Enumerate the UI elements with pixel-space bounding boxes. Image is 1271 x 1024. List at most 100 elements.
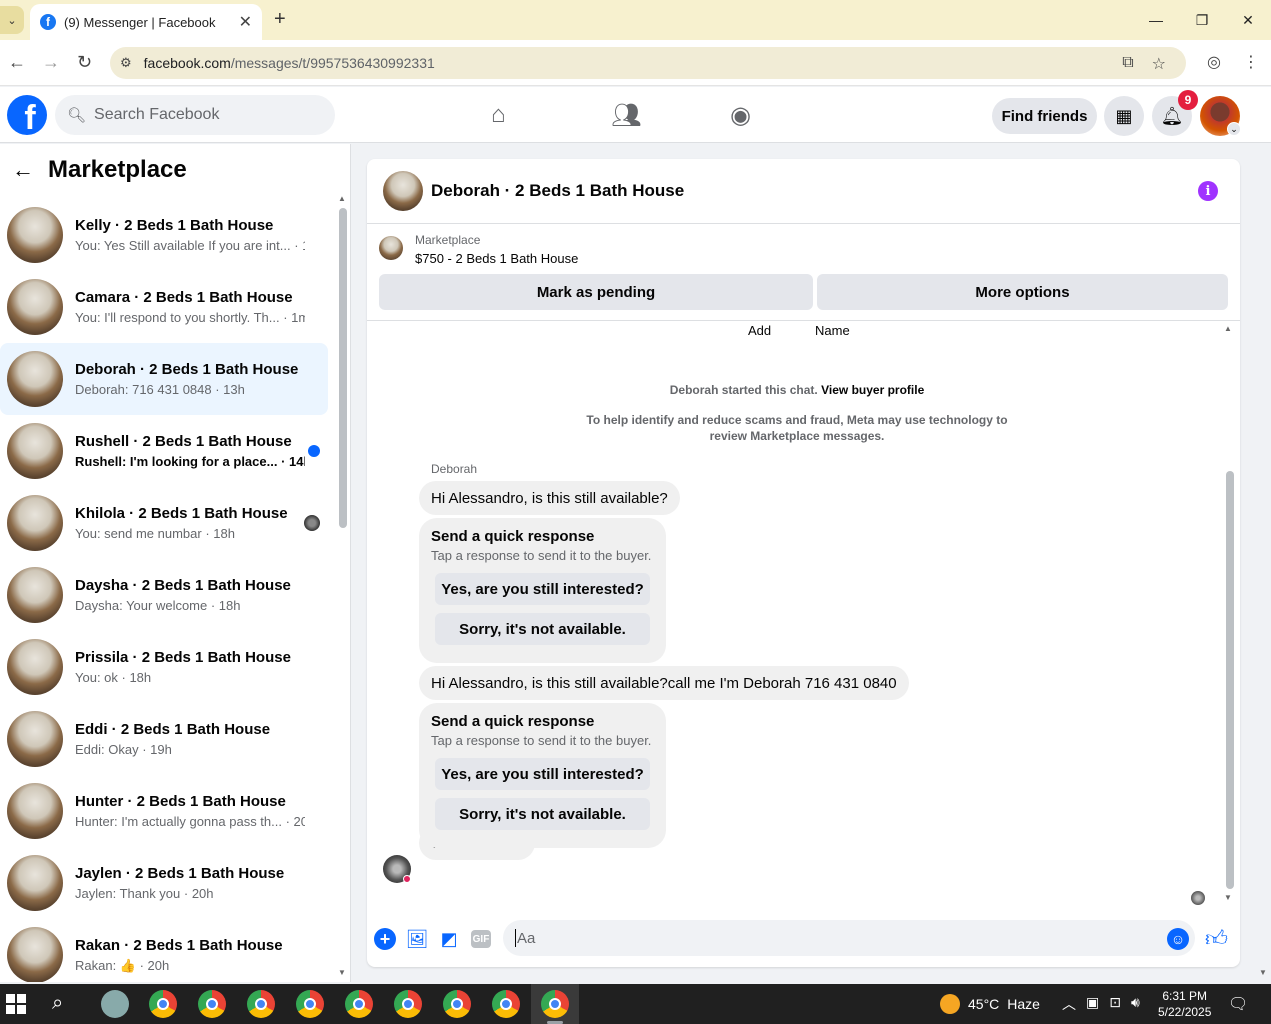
bookmark-star-icon[interactable]: ☆ xyxy=(1152,54,1166,74)
chrome-profile-icon[interactable] xyxy=(394,990,422,1018)
menu-kebab-icon[interactable]: ⋮ xyxy=(1243,52,1259,72)
conversation-list: Kelly · 2 Beds 1 Bath House You: Yes Stil… xyxy=(0,199,340,982)
system-tray: ︿ ▣ ⊡ 🔊︎ xyxy=(1062,994,1140,1014)
profile-icon[interactable]: ◎ xyxy=(1207,52,1221,72)
chrome-profile-icon[interactable] xyxy=(296,990,324,1018)
conversation-item[interactable]: Hunter · 2 Beds 1 Bath House Hunter: I'm … xyxy=(0,775,328,847)
photo-icon[interactable]: 🖼︎ xyxy=(406,928,429,950)
scroll-up-arrow-icon[interactable]: ▲ xyxy=(338,194,346,203)
weather-widget[interactable]: 45°C Haze xyxy=(940,994,1040,1014)
conversation-item[interactable]: Rakan · 2 Beds 1 Bath House Rakan: 👍 · 20… xyxy=(0,919,328,982)
facebook-logo-icon[interactable]: f xyxy=(7,95,47,135)
system-clock[interactable]: 6:31 PM 5/22/2025 xyxy=(1158,988,1211,1020)
taskbar-app-icon[interactable] xyxy=(101,990,129,1018)
chrome-profile-icon[interactable] xyxy=(541,990,569,1018)
message-input[interactable]: Aa xyxy=(503,920,1195,956)
message-bubble[interactable]: Hi Alessandro, is this still available? xyxy=(419,481,680,515)
conversation-item[interactable]: Daysha · 2 Beds 1 Bath House Daysha: Your… xyxy=(0,559,328,631)
meet-icon[interactable]: ▣ xyxy=(1086,994,1099,1014)
quick-response-no-button[interactable]: Sorry, it's not available. xyxy=(435,798,650,830)
conversation-item[interactable]: Jaylen · 2 Beds 1 Bath House Jaylen: Than… xyxy=(0,847,328,919)
conversation-snippet: Eddi: Okay · 19h xyxy=(75,742,172,757)
conversation-item[interactable]: Khilola · 2 Beds 1 Bath House You: send m… xyxy=(0,487,328,559)
find-friends-button[interactable]: Find friends xyxy=(992,98,1097,134)
site-info-icon[interactable]: ⚙ xyxy=(120,55,132,71)
chat-title[interactable]: Deborah · 2 Beds 1 Bath House xyxy=(431,181,684,201)
chat-scrollbar[interactable] xyxy=(1226,471,1234,889)
menu-grid-icon[interactable]: ▦ xyxy=(1104,96,1144,136)
friends-icon[interactable]: 👥︎ xyxy=(611,101,641,130)
view-buyer-profile-link[interactable]: View buyer profile xyxy=(821,383,924,397)
message-thread: Add Name Deborah started this chat. View… xyxy=(367,321,1227,911)
quick-response-subtitle: Tap a response to send it to the buyer. xyxy=(431,548,652,563)
conversation-snippet: Rakan: 👍 · 20h xyxy=(75,957,170,973)
conversation-item[interactable]: Kelly · 2 Beds 1 Bath House You: Yes Stil… xyxy=(0,199,328,271)
volume-icon[interactable]: 🔊︎ xyxy=(1131,994,1140,1014)
quick-response-no-button[interactable]: Sorry, it's not available. xyxy=(435,613,650,645)
chrome-profile-icon[interactable] xyxy=(492,990,520,1018)
home-icon[interactable]: ⌂ xyxy=(491,101,506,129)
chrome-profile-icon[interactable] xyxy=(443,990,471,1018)
groups-icon[interactable]: ◉ xyxy=(730,101,751,130)
conversation-name: Rushell · 2 Beds 1 Bath House xyxy=(75,433,292,450)
scroll-up-arrow-icon[interactable]: ▲ xyxy=(1224,324,1232,333)
quick-response-title: Send a quick response xyxy=(431,713,595,730)
scroll-down-arrow-icon[interactable]: ▼ xyxy=(1224,893,1232,902)
conversation-item-active[interactable]: Deborah · 2 Beds 1 Bath House Deborah: 71… xyxy=(0,343,328,415)
chrome-profile-icon[interactable] xyxy=(247,990,275,1018)
chevron-up-icon[interactable]: ︿ xyxy=(1062,994,1076,1014)
conversation-name: Khilola · 2 Beds 1 Bath House xyxy=(75,505,288,522)
sticker-icon[interactable]: ◩ xyxy=(438,928,460,950)
conversation-item[interactable]: Camara · 2 Beds 1 Bath House You: I'll re… xyxy=(0,271,328,343)
window-close-icon[interactable]: ✕ xyxy=(1225,0,1271,40)
conversation-name: Rakan · 2 Beds 1 Bath House xyxy=(75,936,283,954)
chrome-profile-icon[interactable] xyxy=(345,990,373,1018)
windows-start-icon[interactable] xyxy=(6,994,26,1014)
scroll-down-arrow-icon[interactable]: ▼ xyxy=(338,968,346,977)
search-input[interactable]: 🔍︎ Search Facebook xyxy=(55,95,335,135)
chevron-down-icon[interactable]: ⌄ xyxy=(1227,122,1241,136)
chrome-profile-icon[interactable] xyxy=(198,990,226,1018)
browser-tab[interactable]: f (9) Messenger | Facebook ✕ xyxy=(30,4,262,40)
add-label[interactable]: Add xyxy=(748,323,771,338)
chrome-icon[interactable] xyxy=(149,990,177,1018)
url-bar[interactable]: ⚙ facebook.com/messages/t/99575364309923… xyxy=(110,47,1186,79)
forward-icon[interactable]: → xyxy=(42,52,60,73)
reload-icon[interactable]: ↻ xyxy=(77,52,92,73)
sidebar-scrollbar[interactable] xyxy=(339,208,347,528)
notification-center-icon[interactable]: 🗨︎ xyxy=(1228,994,1248,1014)
back-icon[interactable]: ← xyxy=(8,52,26,73)
conversation-item[interactable]: Prissila · 2 Beds 1 Bath House You: ok · … xyxy=(0,631,328,703)
restore-icon[interactable]: ❐ xyxy=(1179,0,1225,40)
clock-date: 5/22/2025 xyxy=(1158,1005,1212,1019)
name-label[interactable]: Name xyxy=(815,323,850,338)
page-scroll-down-icon[interactable]: ▼ xyxy=(1259,968,1267,977)
browser-tab-strip: ⌄ f (9) Messenger | Facebook ✕ + — ❐ ✕ xyxy=(0,0,1271,40)
emoji-icon[interactable]: ☺ xyxy=(1167,928,1189,950)
more-options-button[interactable]: More options xyxy=(817,274,1228,310)
listing-summary[interactable]: Marketplace $750 - 2 Beds 1 Bath House xyxy=(379,233,578,266)
minimize-icon[interactable]: — xyxy=(1133,0,1179,40)
conversation-item[interactable]: Rushell · 2 Beds 1 Bath House Rushell: I'… xyxy=(0,415,328,487)
chat-listing-thumbnail[interactable] xyxy=(383,171,423,211)
network-icon[interactable]: ⊡ xyxy=(1109,994,1121,1014)
url-path: /messages/t/9957536430992331 xyxy=(230,55,435,71)
back-arrow-icon[interactable]: ← xyxy=(12,157,34,183)
sidebar-title: Marketplace xyxy=(48,156,187,183)
mark-as-pending-button[interactable]: Mark as pending xyxy=(379,274,813,310)
tab-list-icon[interactable]: ⌄ xyxy=(0,6,24,34)
quick-response-card: Send a quick response Tap a response to … xyxy=(419,703,666,848)
quick-response-yes-button[interactable]: Yes, are you still interested? xyxy=(435,758,650,790)
conversation-name: Daysha · 2 Beds 1 Bath House xyxy=(75,577,291,594)
close-icon[interactable]: ✕ xyxy=(239,12,252,32)
new-tab-icon[interactable]: + xyxy=(274,8,286,31)
conversation-item[interactable]: Eddi · 2 Beds 1 Bath House Eddi: Okay · 1… xyxy=(0,703,328,775)
plus-icon[interactable]: + xyxy=(374,928,396,950)
quick-response-yes-button[interactable]: Yes, are you still interested? xyxy=(435,573,650,605)
message-bubble[interactable]: Hi Alessandro, is this still available?c… xyxy=(419,666,909,700)
install-icon[interactable]: ⧉ xyxy=(1122,54,1133,74)
like-thumb-icon[interactable]: 👍︎ xyxy=(1205,925,1228,952)
gif-icon[interactable]: GIF xyxy=(471,930,491,948)
taskbar-search-icon[interactable]: ⌕ xyxy=(52,992,63,1015)
info-icon[interactable]: i xyxy=(1198,181,1218,201)
